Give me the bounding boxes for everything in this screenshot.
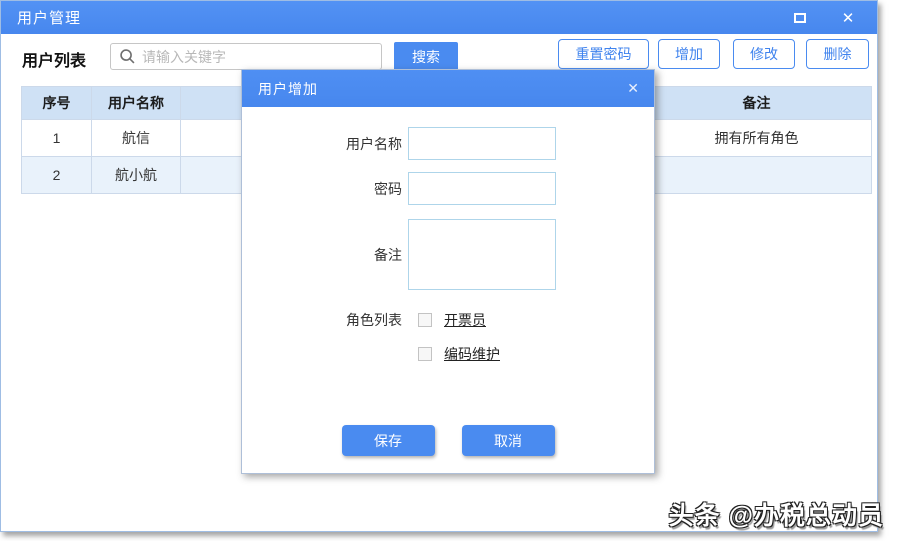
- role-item-invoicer[interactable]: 开票员: [418, 310, 500, 330]
- header-remark: 备注: [641, 86, 872, 120]
- watermark-text: 头条 @办税总动员: [668, 502, 884, 530]
- add-user-dialog: 用户增加 ✕ 用户名称 密码 备注 角色列表 开票员 编码维护 保存 取消: [241, 69, 655, 474]
- search-button[interactable]: 搜索: [394, 42, 458, 71]
- search-input[interactable]: [142, 45, 381, 68]
- role-item-code-maintenance[interactable]: 编码维护: [418, 344, 500, 364]
- dialog-titlebar: 用户增加 ✕: [242, 70, 654, 107]
- restore-button[interactable]: [787, 7, 813, 29]
- password-label: 密码: [374, 180, 402, 197]
- search-box: [110, 43, 382, 70]
- cell-username: 航信: [91, 119, 181, 157]
- remark-row: 备注: [242, 219, 654, 290]
- search-icon: [120, 49, 135, 64]
- dialog-close-button[interactable]: ✕: [627, 80, 639, 97]
- header-username: 用户名称: [91, 86, 181, 120]
- role-label: 开票员: [444, 312, 486, 328]
- window-controls: ✕: [787, 7, 861, 29]
- save-button[interactable]: 保存: [341, 425, 435, 456]
- cell-username: 航小航: [91, 156, 181, 194]
- cancel-button[interactable]: 取消: [461, 425, 555, 456]
- checkbox-code-maintenance[interactable]: [418, 347, 432, 361]
- window-title: 用户管理: [17, 10, 82, 27]
- user-management-window: 用户管理 ✕ 用户列表 搜索 重置密码 增加 修改 删除 序号 用户名称: [0, 0, 878, 532]
- checkbox-invoicer[interactable]: [418, 313, 432, 327]
- modify-button[interactable]: 修改: [733, 39, 795, 69]
- roles-list: 开票员 编码维护: [418, 310, 500, 364]
- restore-icon: [794, 12, 806, 23]
- add-button[interactable]: 增加: [658, 39, 720, 69]
- role-label: 编码维护: [444, 346, 500, 362]
- dialog-buttons: 保存 取消: [242, 425, 654, 456]
- cell-index: 1: [21, 119, 92, 157]
- password-row: 密码: [242, 172, 654, 205]
- password-field[interactable]: [408, 172, 556, 205]
- window-close-button[interactable]: ✕: [835, 7, 861, 29]
- cell-remark: 拥有所有角色: [641, 119, 872, 157]
- dialog-title: 用户增加: [258, 80, 318, 97]
- titlebar: 用户管理 ✕: [1, 1, 877, 34]
- cell-index: 2: [21, 156, 92, 194]
- username-row: 用户名称: [242, 127, 654, 160]
- reset-password-button[interactable]: 重置密码: [558, 39, 649, 69]
- roles-label: 角色列表: [346, 312, 402, 328]
- username-field[interactable]: [408, 127, 556, 160]
- close-icon: ✕: [841, 9, 855, 27]
- cell-remark: [641, 156, 872, 194]
- roles-row: 角色列表 开票员 编码维护: [242, 310, 654, 364]
- header-index: 序号: [21, 86, 92, 120]
- delete-button[interactable]: 删除: [806, 39, 869, 69]
- remark-field[interactable]: [408, 219, 556, 290]
- username-label: 用户名称: [346, 135, 402, 152]
- remark-label: 备注: [374, 246, 402, 263]
- user-list-label: 用户列表: [22, 53, 87, 70]
